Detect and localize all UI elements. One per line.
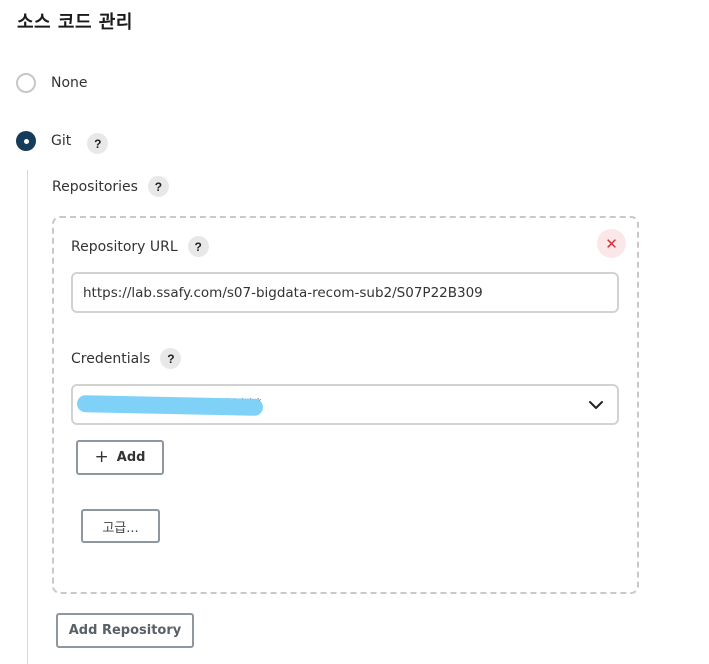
add-credentials-button[interactable]: + Add bbox=[76, 440, 164, 475]
delete-repository-button[interactable]: ✕ bbox=[597, 229, 626, 258]
add-repository-label: Add Repository bbox=[68, 623, 182, 638]
section-indent-line bbox=[27, 170, 28, 664]
plus-icon: + bbox=[94, 447, 109, 467]
repository-url-header: Repository URL ? bbox=[71, 236, 209, 257]
none-label: None bbox=[51, 75, 88, 91]
credentials-label: Credentials bbox=[71, 350, 151, 367]
advanced-label: 고급... bbox=[102, 520, 139, 536]
credentials-help-icon[interactable]: ? bbox=[160, 348, 182, 369]
chevron-down-icon bbox=[589, 401, 603, 409]
redaction-mark bbox=[76, 395, 264, 416]
repositories-header: Repositories ? bbox=[52, 176, 169, 197]
scm-option-git[interactable]: Git ? bbox=[16, 127, 109, 154]
repositories-label: Repositories bbox=[52, 178, 138, 195]
repository-url-input[interactable] bbox=[71, 272, 619, 313]
scm-option-none[interactable]: None bbox=[16, 73, 88, 93]
git-label: Git bbox=[51, 132, 72, 149]
repository-url-label: Repository URL bbox=[71, 238, 178, 255]
repositories-help-icon[interactable]: ? bbox=[147, 176, 169, 197]
git-radio[interactable] bbox=[16, 130, 36, 151]
add-repository-button[interactable]: Add Repository bbox=[56, 613, 194, 648]
close-icon: ✕ bbox=[605, 234, 618, 253]
credentials-select[interactable]: ***** bbox=[71, 384, 619, 425]
advanced-button[interactable]: 고급... bbox=[81, 509, 160, 543]
repository-url-help-icon[interactable]: ? bbox=[187, 236, 209, 257]
section-title: 소스 코드 관리 bbox=[17, 12, 133, 33]
add-credentials-label: Add bbox=[116, 450, 146, 465]
git-help-icon[interactable]: ? bbox=[87, 133, 109, 154]
none-radio[interactable] bbox=[16, 73, 36, 93]
credentials-header: Credentials ? bbox=[71, 348, 182, 369]
